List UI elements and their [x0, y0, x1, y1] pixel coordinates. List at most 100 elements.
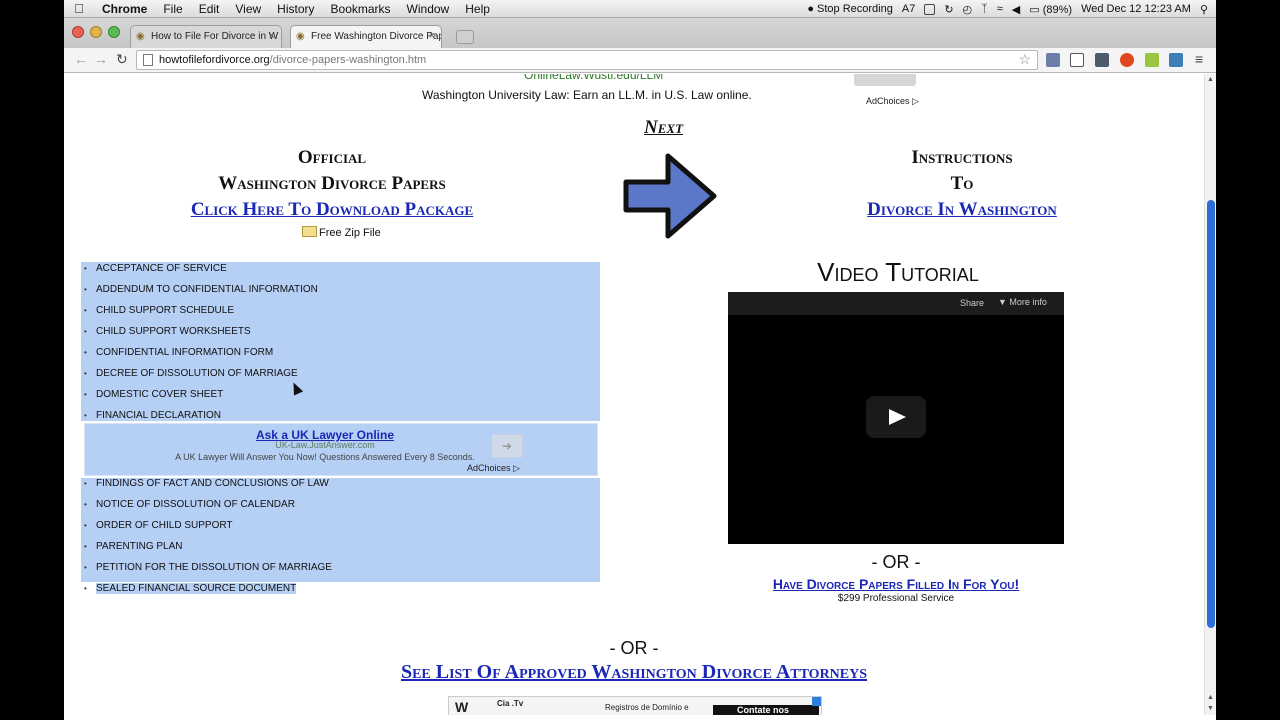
extension-page-icon[interactable]	[1070, 53, 1084, 67]
adobe-icon[interactable]: A7	[902, 3, 915, 15]
ad-bottom[interactable]: W Cia .Tv Registros de Domínio e Contate…	[448, 696, 822, 715]
address-bar[interactable]: howtofilefordivorce.org/divorce-papers-w…	[136, 50, 1038, 70]
official-line-2: Washington Divorce Papers	[218, 173, 446, 194]
scroll-down-icon[interactable]: ▼	[1207, 705, 1214, 712]
menu-history[interactable]: History	[269, 2, 322, 16]
forward-button[interactable]: →	[94, 51, 108, 67]
list-item[interactable]: Financial Declaration	[84, 410, 222, 421]
ad-bottom-name: Cia .Tv	[497, 699, 524, 708]
download-package-link[interactable]: Click Here To Download Package	[164, 197, 500, 223]
list-item[interactable]: Confidential Information Form	[84, 347, 274, 358]
screen:  Chrome File Edit View History Bookmark…	[64, 0, 1216, 720]
free-zip-file[interactable]: Free Zip File	[302, 226, 381, 239]
video-share-button[interactable]: Share	[960, 298, 984, 308]
form-name: Sealed Financial Source Document	[96, 583, 297, 594]
clock[interactable]: Wed Dec 12 12:23 AM	[1081, 3, 1191, 15]
form-name: Notice of Dissolution of Calendar	[96, 499, 295, 510]
scroll-up-icon[interactable]: ▲	[1207, 76, 1214, 83]
adchoices-top[interactable]: AdChoices ▷	[866, 96, 919, 107]
menu-file[interactable]: File	[155, 2, 190, 16]
list-item[interactable]: Child Support Schedule	[84, 305, 234, 316]
wifi-icon[interactable]: ≈	[997, 3, 1003, 15]
tab-how-to-file[interactable]: ◉ How to File For Divorce in W ×	[130, 25, 282, 48]
ad-bottom-cta[interactable]: Contate nos	[713, 705, 819, 715]
list-item[interactable]: Decree of Dissolution of Marriage	[84, 368, 298, 379]
menu-help[interactable]: Help	[457, 2, 498, 16]
volume-icon[interactable]: ◀	[1012, 3, 1020, 16]
close-window-button[interactable]	[72, 26, 84, 38]
extension-grid-icon[interactable]	[1095, 53, 1109, 67]
time-machine-icon[interactable]: ◴	[963, 3, 973, 16]
list-item[interactable]: Sealed Financial Source Document	[84, 583, 297, 594]
form-name: Financial Declaration	[96, 410, 222, 421]
extension-image-icon[interactable]	[1169, 53, 1183, 67]
ad-middle[interactable]: Ask a UK Lawyer Online UK-Law.JustAnswer…	[84, 423, 598, 476]
list-item[interactable]: Child Support Worksheets	[84, 326, 251, 337]
ad-middle-arrow-button[interactable]: ➜	[491, 434, 523, 458]
close-tab-icon[interactable]: ×	[429, 30, 435, 42]
form-name: Child Support Worksheets	[96, 326, 251, 337]
folder-icon	[302, 226, 317, 237]
zoom-window-button[interactable]	[108, 26, 120, 38]
extension-stumbleupon-icon[interactable]	[1120, 53, 1134, 67]
list-item[interactable]: Addendum to Confidential Information	[84, 284, 318, 295]
menu-view[interactable]: View	[227, 2, 269, 16]
list-item[interactable]: Findings of Fact and Conclusions of Law	[84, 478, 329, 489]
play-icon[interactable]	[866, 396, 926, 438]
scrollbar-thumb[interactable]	[1207, 200, 1215, 628]
extension-user-icon[interactable]	[1046, 53, 1060, 67]
menu-bookmarks[interactable]: Bookmarks	[323, 2, 399, 16]
video-player[interactable]: Share ▼ More info	[728, 292, 1064, 544]
video-tutorial-heading: Video Tutorial	[817, 257, 979, 287]
video-more-info-button[interactable]: ▼ More info	[998, 297, 1047, 307]
menu-app-chrome[interactable]: Chrome	[94, 2, 155, 16]
sync-icon[interactable]: ↻	[944, 3, 953, 16]
ad-top-arrow-button[interactable]	[854, 74, 916, 86]
back-button[interactable]: ←	[74, 51, 88, 67]
tab-free-washington[interactable]: ◉ Free Washington Divorce Pap ×	[290, 25, 442, 48]
list-item[interactable]: Order of Child Support	[84, 520, 233, 531]
list-item[interactable]: Petition for the Dissolution of Marriage	[84, 562, 332, 573]
minimize-window-button[interactable]	[90, 26, 102, 38]
tab-title: Free Washington Divorce Pap	[311, 31, 442, 42]
form-name: Findings of Fact and Conclusions of Law	[96, 478, 329, 489]
extension-evernote-icon[interactable]	[1145, 53, 1159, 67]
filled-in-link[interactable]: Have Divorce Papers Filled In For You!	[748, 576, 1044, 592]
close-tab-icon[interactable]: ×	[269, 30, 275, 42]
spotlight-icon[interactable]: ⚲	[1200, 3, 1208, 16]
new-tab-button[interactable]	[456, 30, 474, 44]
list-item[interactable]: Notice of Dissolution of Calendar	[84, 499, 295, 510]
next-arrow-icon	[623, 153, 717, 239]
menu-window[interactable]: Window	[399, 2, 458, 16]
url-host: howtofilefordivorce.org	[159, 54, 270, 66]
handshake-favicon-icon: ◉	[296, 31, 305, 42]
divorce-in-washington-link[interactable]: Divorce In Washington	[824, 197, 1100, 223]
scroll-up-icon[interactable]: ▲	[1207, 694, 1214, 701]
adchoices-middle[interactable]: AdChoices ▷	[467, 463, 520, 474]
vertical-scrollbar[interactable]: ▲ ▲ ▼	[1204, 74, 1216, 715]
list-item[interactable]: Parenting Plan	[84, 541, 183, 552]
adchoices-icon: ▷	[912, 96, 919, 106]
stop-recording-item[interactable]: ● Stop Recording	[807, 3, 893, 15]
notification-icon[interactable]	[924, 3, 936, 15]
ad-top-url[interactable]: OnlineLaw.Wustl.edu/LLM	[524, 74, 663, 82]
reload-button[interactable]: ↻	[116, 51, 128, 68]
ad-top-text[interactable]: Washington University Law: Earn an LL.M.…	[422, 88, 752, 102]
attorneys-link[interactable]: See List Of Approved Washington Divorce …	[354, 661, 914, 684]
menu-hamburger-icon[interactable]: ≡	[1195, 51, 1203, 67]
menu-edit[interactable]: Edit	[191, 2, 228, 16]
battery-icon[interactable]: ▭ (89%)	[1029, 3, 1072, 16]
adchoices-label: AdChoices	[866, 96, 910, 106]
list-item[interactable]: Domestic Cover Sheet	[84, 389, 224, 400]
bookmark-star-icon[interactable]: ☆	[1018, 51, 1031, 68]
bluetooth-icon[interactable]: ᛉ	[981, 3, 988, 15]
official-line-1: Official	[297, 147, 367, 168]
apple-menu-icon[interactable]: 	[64, 1, 94, 16]
adobe-count: 7	[909, 3, 916, 15]
ad-info-icon[interactable]	[812, 697, 821, 706]
handshake-favicon-icon: ◉	[136, 31, 145, 42]
instructions-line-2: To	[950, 173, 974, 194]
browser-toolbar: ← → ↻ howtofilefordivorce.org/divorce-pa…	[64, 48, 1216, 73]
form-name: Decree of Dissolution of Marriage	[96, 368, 298, 379]
list-item[interactable]: Acceptance of Service	[84, 263, 227, 274]
